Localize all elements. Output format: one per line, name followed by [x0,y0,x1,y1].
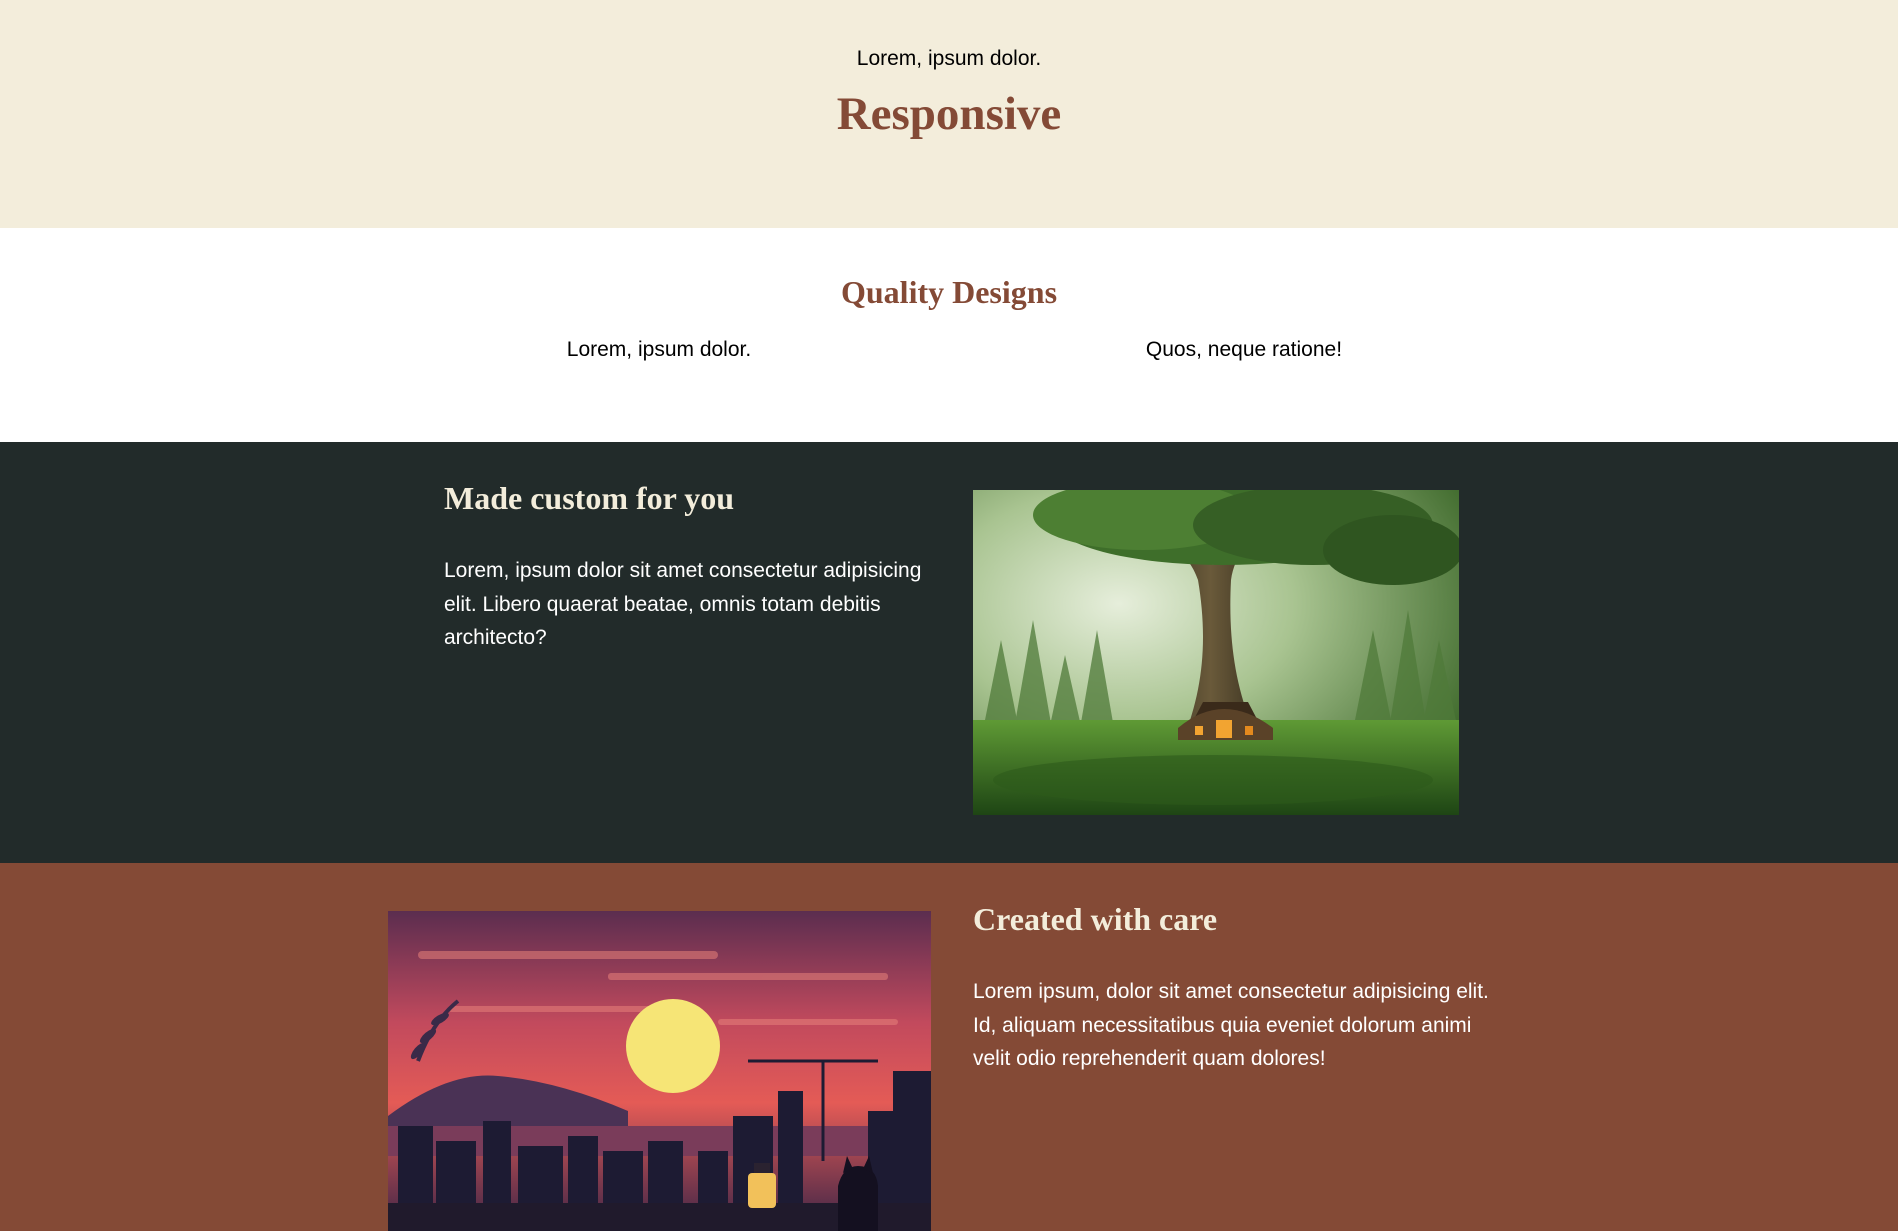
feature-section-care: Created with care Lorem ipsum, dolor sit… [0,863,1898,1231]
fantasy-tree-house-image [973,490,1459,815]
feature-heading: Made custom for you [444,480,735,516]
feature-body: Lorem, ipsum dolor sit amet consectetur … [444,559,922,649]
feature-section-custom: Made custom for you Lorem, ipsum dolor s… [0,442,1898,863]
hero-eyebrow: Lorem, ipsum dolor. [856,47,1042,70]
hero-section: Lorem, ipsum dolor. Responsive [0,0,1898,228]
feature-heading: Created with care [973,901,1218,937]
sunset-city-cat-image [388,911,931,1231]
hero-title: Responsive [836,88,1062,140]
quality-column-right: Quos, neque ratione! [1145,338,1343,361]
quality-heading: Quality Designs [840,274,1058,310]
feature-body: Lorem ipsum, dolor sit amet consectetur … [973,980,1489,1070]
quality-column-left: Lorem, ipsum dolor. [566,338,752,361]
quality-section: Quality Designs Lorem, ipsum dolor. Quos… [0,228,1898,442]
